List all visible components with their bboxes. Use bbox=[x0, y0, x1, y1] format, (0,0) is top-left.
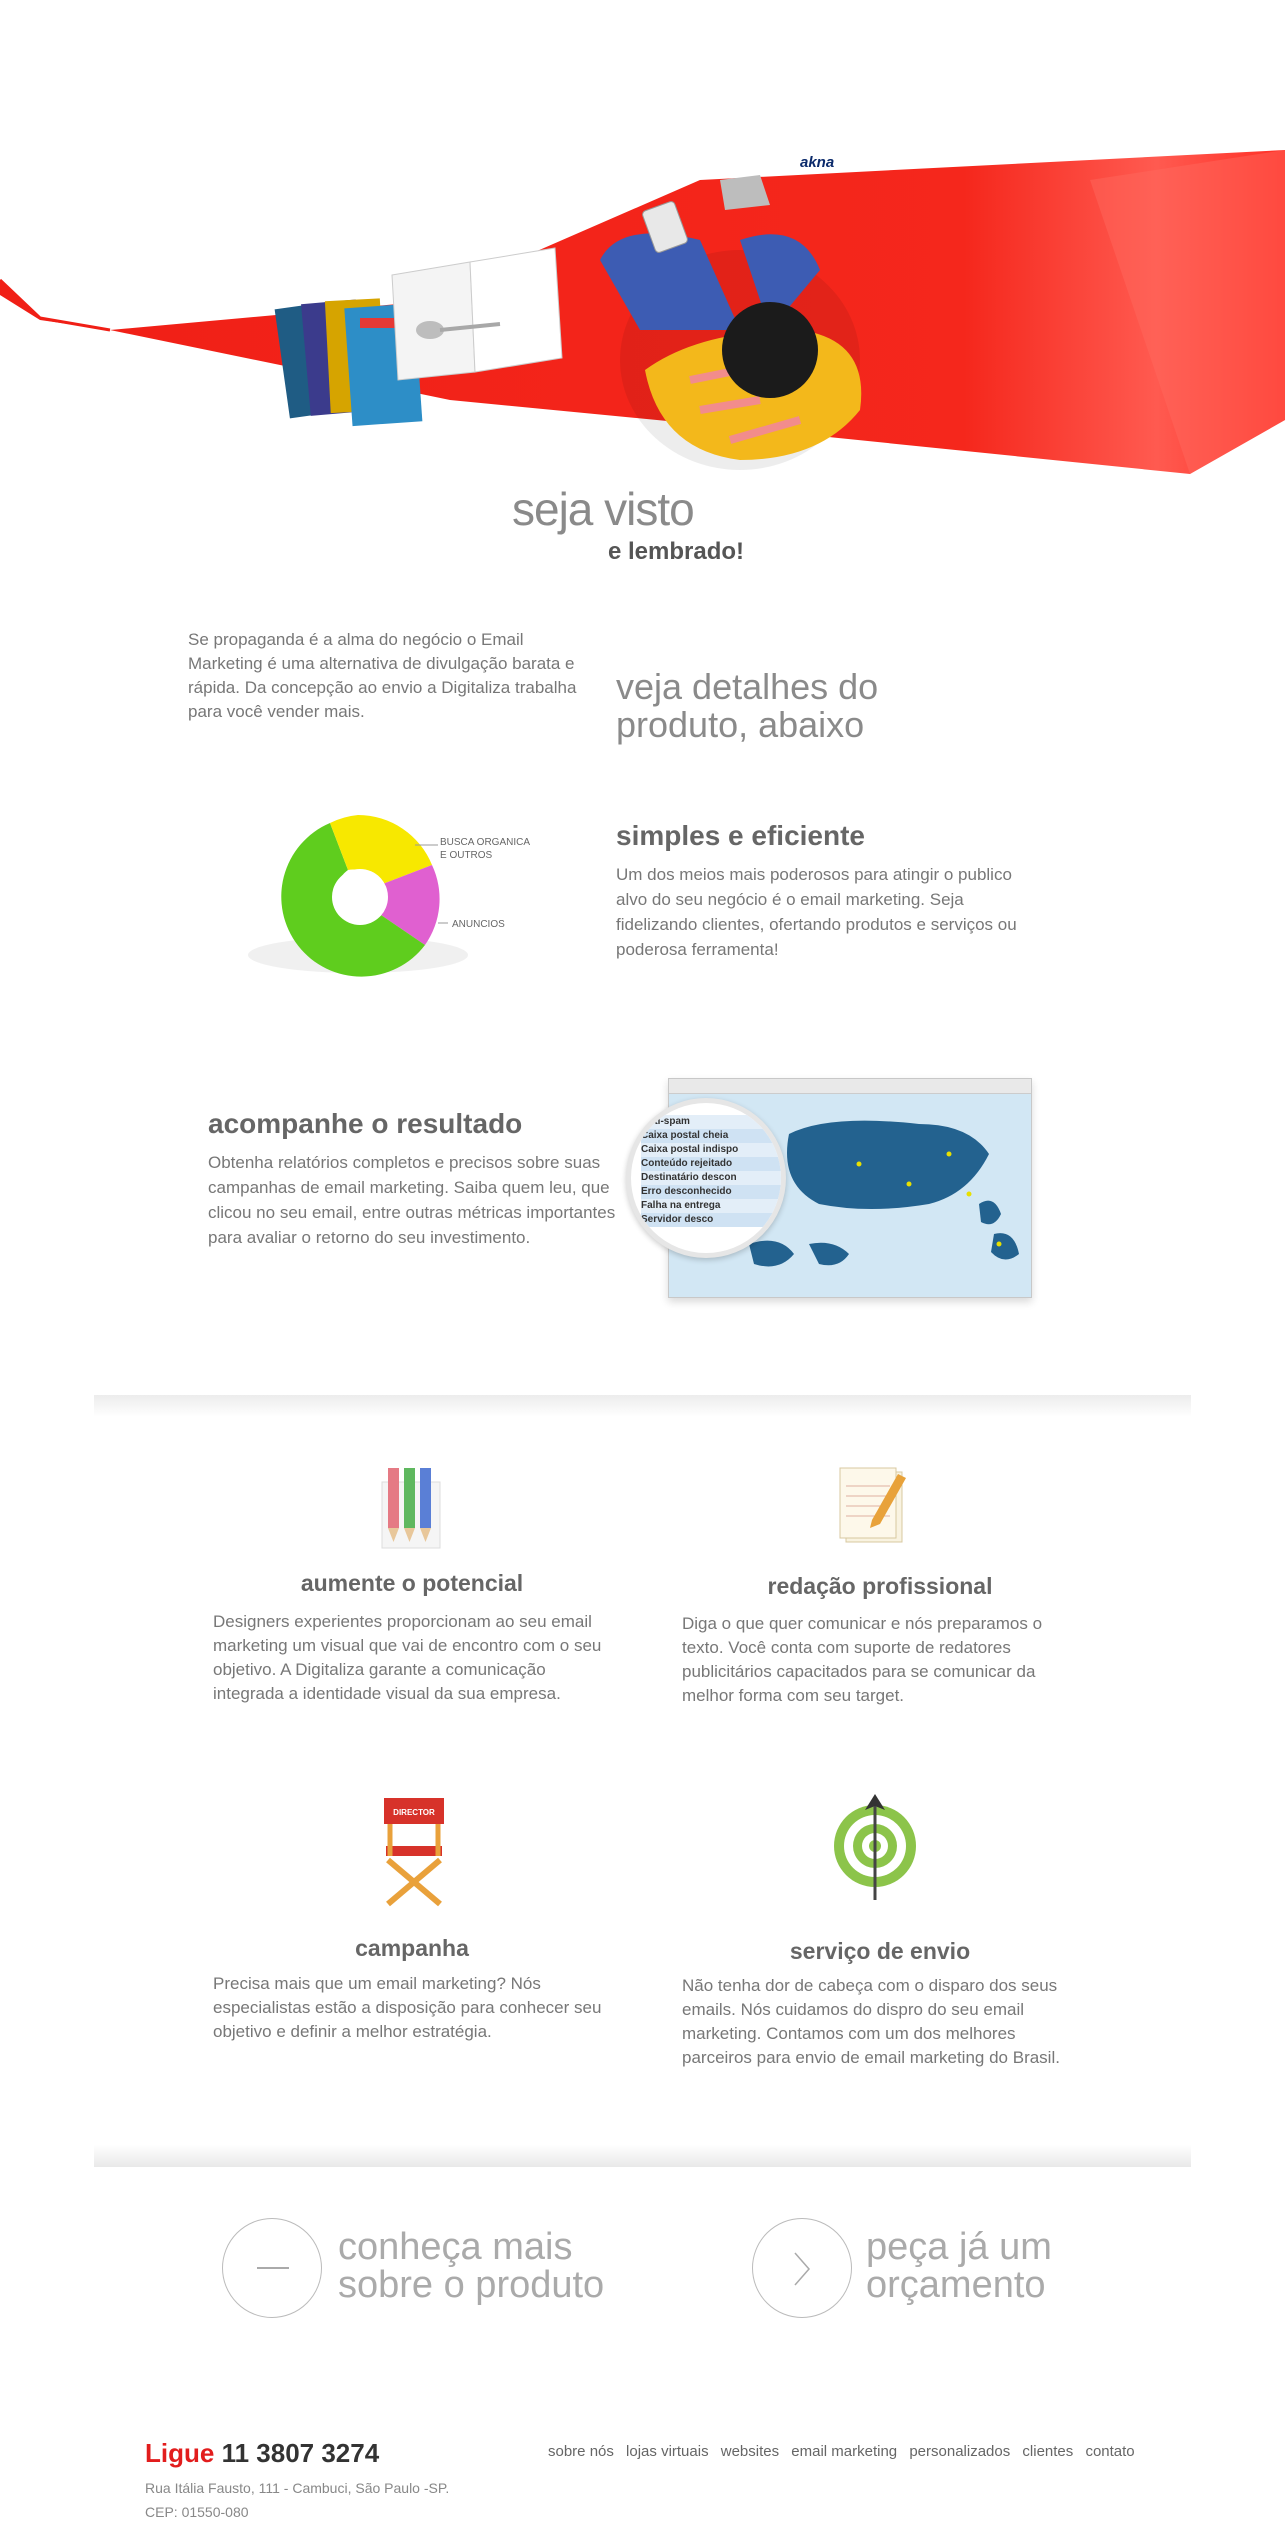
hero-subtitle: e lembrado! bbox=[608, 538, 745, 565]
akna-logo: akna bbox=[800, 154, 835, 171]
quote-line1: peça já um bbox=[866, 2226, 1052, 2268]
phone-number: 11 3807 3274 bbox=[221, 2438, 380, 2468]
feature-text: Não tenha dor de cabeça com o disparo do… bbox=[682, 1976, 1060, 2067]
resultado-text: Obtenha relatórios completos e precisos … bbox=[208, 1153, 616, 1247]
report-item: Destinatário descon bbox=[641, 1171, 781, 1185]
more-info-link[interactable]: conheça mais sobre o produto bbox=[338, 2228, 604, 2304]
cep-line: CEP: 01550-080 bbox=[145, 2504, 249, 2520]
pie-label-anuncios: ANUNCIOS bbox=[452, 919, 505, 930]
footer-nav: sobre nós lojas virtuais websites email … bbox=[548, 2443, 1143, 2460]
simples-text: Um dos meios mais poderosos para atingir… bbox=[616, 865, 1017, 959]
nav-sobre-nos[interactable]: sobre nós bbox=[548, 2443, 614, 2460]
director-chair-icon: DIRECTOR bbox=[384, 1798, 444, 1907]
minus-icon bbox=[257, 2267, 289, 2269]
nav-personalizados[interactable]: personalizados bbox=[909, 2443, 1010, 2460]
quote-link[interactable]: peça já um orçamento bbox=[866, 2228, 1052, 2304]
pencils-icon bbox=[381, 1468, 441, 1549]
intro-text: Se propaganda é a alma do negócio o Emai… bbox=[188, 630, 577, 721]
notepad-icon bbox=[839, 1467, 906, 1543]
pie-label-outros: E OUTROS bbox=[440, 850, 493, 861]
resultado-title: acompanhe o resultado bbox=[208, 1108, 523, 1139]
address-line: Rua Itália Fausto, 111 - Cambuci, São Pa… bbox=[145, 2480, 450, 2496]
report-item: Servidor desco bbox=[641, 1213, 781, 1227]
feature-title: campanha bbox=[355, 1935, 469, 1961]
quote-line2: orçamento bbox=[866, 2264, 1046, 2306]
chevron-right-icon bbox=[794, 2252, 810, 2286]
feature-text: Diga o que quer comunicar e nós preparam… bbox=[682, 1614, 1043, 1705]
feature-title: redação profissional bbox=[767, 1573, 993, 1599]
pie-label-busca: BUSCA ORGANICA bbox=[440, 837, 531, 848]
hero-title: seja visto bbox=[512, 483, 695, 535]
nav-contato[interactable]: contato bbox=[1085, 2443, 1134, 2460]
details-heading: veja detalhes do produto, abaixo bbox=[616, 666, 879, 745]
nav-email-marketing[interactable]: email marketing bbox=[791, 2443, 897, 2460]
target-icon bbox=[834, 1794, 916, 1900]
report-item: Caixa postal indispo bbox=[641, 1143, 781, 1157]
report-item: Falha na entrega bbox=[641, 1199, 781, 1213]
feature-text: Designers experientes proporcionam ao se… bbox=[213, 1612, 602, 1703]
more-info-button[interactable] bbox=[222, 2218, 322, 2318]
feature-title: aumente o potencial bbox=[300, 1570, 524, 1596]
nav-clientes[interactable]: clientes bbox=[1022, 2443, 1073, 2460]
feature-text: Precisa mais que um email marketing? Nós… bbox=[213, 1974, 602, 2041]
book-image bbox=[391, 247, 563, 381]
ligue-label: Ligue bbox=[145, 2438, 215, 2468]
simples-title: simples e eficiente bbox=[616, 820, 866, 851]
pie-chart-image bbox=[248, 815, 468, 977]
footer-address: Rua Itália Fausto, 111 - Cambuci, São Pa… bbox=[145, 2476, 449, 2524]
more-info-line2: sobre o produto bbox=[338, 2264, 605, 2306]
report-item: Erro desconhecido bbox=[641, 1185, 781, 1199]
nav-lojas-virtuais[interactable]: lojas virtuais bbox=[626, 2443, 709, 2460]
report-magnifier: Anti-spam Caixa postal cheia Caixa posta… bbox=[626, 1098, 786, 1258]
feature-title: serviço de envio bbox=[789, 1938, 971, 1964]
chair-label: DIRECTOR bbox=[393, 1808, 435, 1817]
report-item: Caixa postal cheia bbox=[641, 1129, 781, 1143]
nav-websites[interactable]: websites bbox=[721, 2443, 779, 2460]
report-item: Conteúdo rejeitado bbox=[641, 1157, 781, 1171]
more-info-line1: conheça mais bbox=[338, 2226, 573, 2268]
footer-phone: Ligue 11 3807 3274 bbox=[145, 2438, 379, 2469]
quote-button[interactable] bbox=[752, 2218, 852, 2318]
